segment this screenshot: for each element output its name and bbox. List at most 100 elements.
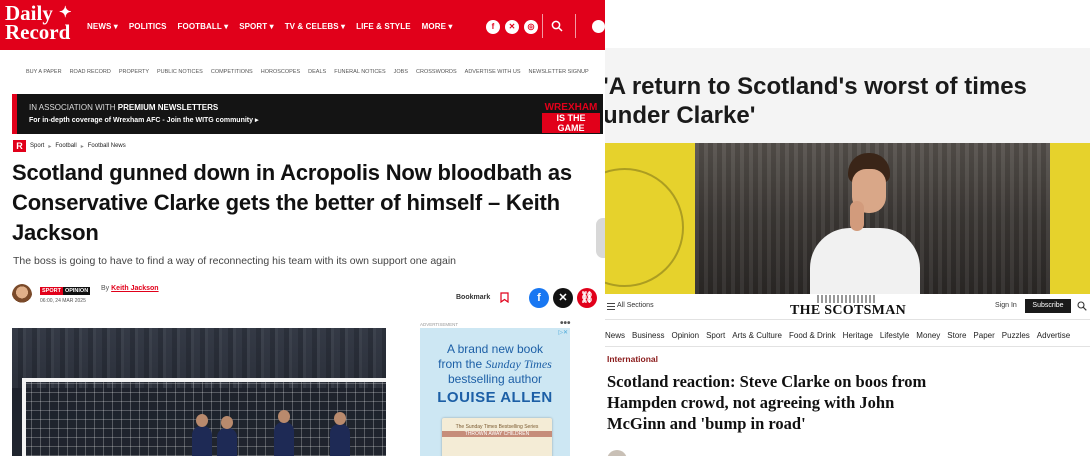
- scotsman-headline: Scotland reaction: Steve Clarke on boos …: [607, 372, 927, 433]
- book-advert[interactable]: ▷✕ A brand new book from the Sunday Time…: [420, 328, 570, 456]
- all-sections-link[interactable]: All Sections: [617, 302, 654, 309]
- nav-food-drink[interactable]: Food & Drink: [789, 331, 836, 340]
- nav-news[interactable]: News: [605, 331, 625, 340]
- advert-line-3: bestselling author: [447, 372, 543, 386]
- facebook-icon[interactable]: f: [486, 20, 500, 34]
- collage: Daily Record ✦ NEWS ▾ POLITICS FOOTBALL …: [0, 0, 1090, 456]
- link-icon[interactable]: ⛓: [577, 288, 597, 308]
- nav-divider: [542, 14, 543, 38]
- sign-in-link[interactable]: Sign In: [995, 302, 1017, 309]
- search-icon[interactable]: [551, 20, 563, 32]
- nav-store[interactable]: Store: [947, 331, 966, 340]
- photo-yellow-graphic: [605, 143, 695, 294]
- bbc-headline: 'A return to Scotland's worst of times u…: [605, 73, 1027, 129]
- nav-divider: [605, 346, 1090, 347]
- photo-crossbar: [22, 378, 386, 382]
- article-date: 06:00, 24 MAR 2025: [40, 298, 86, 304]
- section-kicker[interactable]: International: [607, 354, 658, 364]
- photo-player: [217, 416, 237, 456]
- byline: By Keith Jackson: [101, 285, 159, 292]
- daily-record-navbar: Daily Record ✦ NEWS ▾ POLITICS FOOTBALL …: [0, 0, 605, 50]
- x-icon[interactable]: ✕: [505, 20, 519, 34]
- menu-icon[interactable]: [607, 303, 615, 310]
- subnav-item[interactable]: BUY A PAPER: [26, 69, 62, 75]
- subnav-item[interactable]: CROSSWORDS: [416, 69, 457, 75]
- subscribe-button[interactable]: Subscribe: [1025, 299, 1071, 313]
- facebook-icon[interactable]: f: [529, 288, 549, 308]
- nav-tv-celebs[interactable]: TV & CELEBS ▾: [285, 22, 345, 31]
- nav-heritage[interactable]: Heritage: [843, 331, 873, 340]
- wrexham-is-the-game-logo: WREXHAM IS THE GAME: [542, 103, 600, 133]
- nav-advertise[interactable]: Advertise: [1037, 331, 1070, 340]
- subnav-item[interactable]: FUNERAL NOTICES: [334, 69, 385, 75]
- photo-player: [274, 410, 294, 456]
- nav-lifestyle[interactable]: Lifestyle: [880, 331, 909, 340]
- breadcrumb-football[interactable]: Football: [55, 143, 76, 149]
- scotsman-crest: [817, 295, 877, 303]
- article-photo: [12, 328, 386, 456]
- carousel-handle[interactable]: [596, 218, 605, 258]
- subnav-item[interactable]: ADVERTISE WITH US: [465, 69, 521, 75]
- nav-arts-culture[interactable]: Arts & Culture: [732, 331, 782, 340]
- advert-line-2: from the Sunday Times: [438, 357, 552, 371]
- bbc-photo: [605, 143, 1090, 294]
- photo-goalpost: [22, 378, 26, 456]
- breadcrumb: R Sport ▸ Football ▸ Football News: [13, 140, 126, 152]
- scotsman-page: All Sections THE SCOTSMAN Sign In Subscr…: [605, 294, 1090, 456]
- book-series-text: The Sunday Times Bestselling Series: [455, 424, 539, 430]
- subnav-item[interactable]: JOBS: [394, 69, 408, 75]
- breadcrumb-sport[interactable]: Sport: [30, 143, 44, 149]
- promo-line-2[interactable]: For in-depth coverage of Wrexham AFC - J…: [29, 116, 258, 124]
- article-standfirst: The boss is going to have to find a way …: [13, 255, 457, 267]
- nav-paper[interactable]: Paper: [973, 331, 994, 340]
- breadcrumb-separator: ▸: [80, 143, 84, 150]
- advert-label: ADVERTISEMENT: [420, 322, 459, 327]
- nav-more[interactable]: MORE ▾: [422, 22, 453, 31]
- bookmark-label[interactable]: Bookmark: [456, 294, 490, 301]
- photo-player: [330, 412, 350, 456]
- photo-player: [192, 414, 212, 456]
- promo-line-1: IN ASSOCIATION WITH PREMIUM NEWSLETTERS: [29, 103, 219, 112]
- x-icon[interactable]: ✕: [553, 288, 573, 308]
- instagram-icon[interactable]: ◎: [524, 20, 538, 34]
- scotsman-logo[interactable]: THE SCOTSMAN: [790, 303, 906, 319]
- opinion-badge: SPORT OPINION: [40, 287, 91, 295]
- photo-yellow-graphic: [1050, 143, 1090, 294]
- subnav-item[interactable]: PROPERTY: [119, 69, 149, 75]
- bookmark-icon[interactable]: [500, 292, 509, 303]
- nav-money[interactable]: Money: [916, 331, 940, 340]
- nav-puzzles[interactable]: Puzzles: [1002, 331, 1030, 340]
- nav-divider: [575, 14, 576, 38]
- promo-accent-bar: [12, 94, 17, 134]
- article-headline: Scotland gunned down in Acropolis Now bl…: [12, 160, 572, 245]
- nav-opinion[interactable]: Opinion: [671, 331, 699, 340]
- nav-sport[interactable]: SPORT ▾: [239, 22, 274, 31]
- newsletter-promo-banner[interactable]: IN ASSOCIATION WITH PREMIUM NEWSLETTERS …: [12, 94, 603, 134]
- nav-politics[interactable]: POLITICS: [129, 22, 167, 31]
- account-icon[interactable]: [592, 20, 605, 33]
- subnav-item[interactable]: HOROSCOPES: [261, 69, 300, 75]
- author-avatar[interactable]: [12, 284, 32, 306]
- subnav-item[interactable]: ROAD RECORD: [70, 69, 111, 75]
- breadcrumb-football-news[interactable]: Football News: [88, 143, 126, 149]
- nav-sport[interactable]: Sport: [706, 331, 725, 340]
- player-hand: [850, 201, 864, 231]
- logo-line-2: Record: [5, 20, 71, 44]
- nav-news[interactable]: NEWS ▾: [87, 22, 118, 31]
- subnav-item[interactable]: PUBLIC NOTICES: [157, 69, 203, 75]
- author-link[interactable]: Keith Jackson: [111, 285, 158, 292]
- subnav-item[interactable]: NEWSLETTER SIGNUP: [529, 69, 589, 75]
- lion-icon: ✦: [59, 5, 72, 21]
- subnav-item[interactable]: DEALS: [308, 69, 326, 75]
- nav-life-style[interactable]: LIFE & STYLE: [356, 22, 411, 31]
- daily-record-page: Daily Record ✦ NEWS ▾ POLITICS FOOTBALL …: [0, 0, 605, 456]
- subnav-item[interactable]: COMPETITIONS: [211, 69, 253, 75]
- scotsman-header: All Sections THE SCOTSMAN Sign In Subscr…: [605, 294, 1090, 320]
- search-icon[interactable]: [1077, 301, 1087, 311]
- adchoices-icon[interactable]: ▷✕: [558, 329, 568, 336]
- nav-football[interactable]: FOOTBALL ▾: [178, 22, 229, 31]
- advert-line-1: A brand new book: [446, 342, 544, 356]
- player-shirt: [810, 228, 920, 294]
- daily-record-logo[interactable]: Daily Record ✦: [5, 3, 77, 46]
- nav-business[interactable]: Business: [632, 331, 664, 340]
